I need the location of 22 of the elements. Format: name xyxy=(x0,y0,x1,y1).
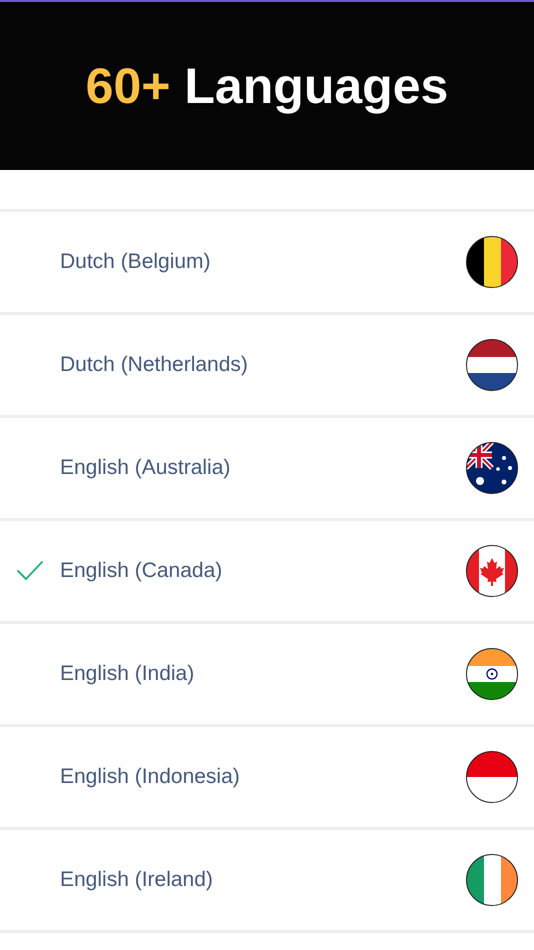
flag-icon xyxy=(466,545,518,597)
banner-title: 60+ Languages xyxy=(86,56,448,116)
flag-icon xyxy=(466,339,518,391)
flag-icon xyxy=(466,751,518,803)
language-row[interactable]: English (Indonesia) xyxy=(0,727,534,830)
language-name: English (Canada) xyxy=(60,558,224,584)
language-name: Dutch (Netherlands) xyxy=(60,352,249,378)
flag-icon xyxy=(466,648,518,700)
language-row[interactable]: Dutch (Netherlands) xyxy=(0,315,534,418)
language-row[interactable]: English (Ireland) xyxy=(0,830,534,933)
language-row[interactable]: Dutch (Belgium) xyxy=(0,212,534,315)
flag-icon xyxy=(466,236,518,288)
language-name: English (Indonesia) xyxy=(60,764,241,790)
flag-icon xyxy=(466,854,518,906)
language-row[interactable]: English (Canada) xyxy=(0,521,534,624)
language-row[interactable]: English (India) xyxy=(0,624,534,727)
flag-icon xyxy=(466,442,518,494)
language-name: English (India) xyxy=(60,661,196,688)
language-row[interactable]: English (Australia) xyxy=(0,418,534,521)
language-name: English (Ireland) xyxy=(60,867,214,894)
language-name: Dutch (Belgium) xyxy=(60,249,212,276)
language-name: English (Australia) xyxy=(60,455,232,482)
